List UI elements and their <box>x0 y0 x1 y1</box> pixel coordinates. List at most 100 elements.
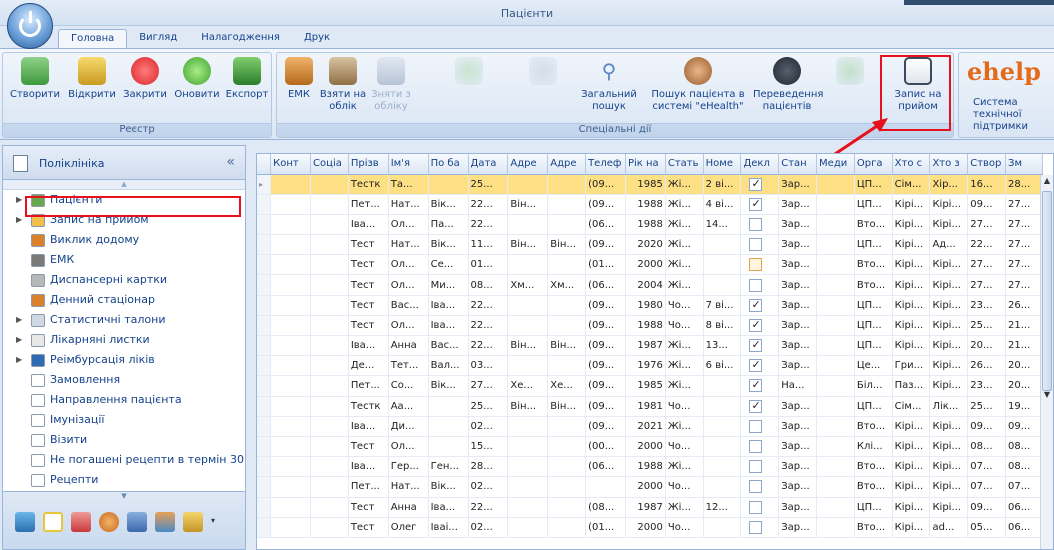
table-cell[interactable]: Чо... <box>665 315 704 337</box>
table-cell[interactable]: Зар... <box>778 517 818 538</box>
table-cell[interactable]: Зар... <box>778 476 818 498</box>
table-cell[interactable]: (00... <box>585 436 626 458</box>
building-icon[interactable] <box>155 512 175 532</box>
nav-item[interactable]: Диспансерні картки <box>3 270 245 290</box>
column-header[interactable]: По ба <box>428 154 469 175</box>
table-cell[interactable] <box>547 476 587 498</box>
declaration-checkbox-cell[interactable] <box>740 254 780 276</box>
table-cell[interactable]: 7 ві... <box>703 295 742 316</box>
table-cell[interactable]: Жі... <box>665 416 704 437</box>
table-cell[interactable] <box>310 476 349 498</box>
refresh-button[interactable]: Оновити <box>171 57 223 101</box>
table-cell[interactable]: 2000 <box>625 436 666 458</box>
table-row[interactable]: Тест Ол... Се... 01... (01... 2000 Жі... Зар...… <box>257 254 1043 276</box>
table-cell[interactable]: Зар... <box>778 174 818 195</box>
table-cell[interactable] <box>703 436 742 458</box>
table-cell[interactable] <box>547 416 587 437</box>
table-cell[interactable]: Пет... <box>348 476 389 498</box>
table-cell[interactable]: Він... <box>547 234 587 256</box>
table-cell[interactable]: Хм... <box>547 274 587 296</box>
table-cell[interactable] <box>547 456 587 478</box>
table-cell[interactable]: 22... <box>468 194 509 215</box>
table-cell[interactable]: 2 ві... <box>703 174 742 195</box>
general-search-button[interactable]: ⚲ Загальний пошук <box>577 57 641 113</box>
table-cell[interactable] <box>816 476 855 498</box>
row-indicator[interactable] <box>257 315 272 337</box>
table-cell[interactable]: 26... <box>1005 295 1043 316</box>
table-cell[interactable]: 27... <box>1005 274 1043 296</box>
table-cell[interactable]: Паз... <box>892 375 931 397</box>
table-cell[interactable] <box>816 416 855 437</box>
table-cell[interactable]: Хе... <box>547 375 587 397</box>
row-indicator[interactable] <box>257 335 272 357</box>
user-icon[interactable] <box>99 512 119 532</box>
column-header[interactable]: Рік на <box>625 154 666 175</box>
table-cell[interactable] <box>270 476 312 498</box>
table-cell[interactable]: 20... <box>1005 355 1043 377</box>
declaration-checkbox[interactable] <box>749 217 763 231</box>
document-icon[interactable] <box>43 512 63 532</box>
column-header[interactable]: Соціа <box>310 154 349 175</box>
table-cell[interactable]: 08... <box>967 436 1007 458</box>
table-row[interactable]: Тест Ол... Іва... 22... (09... 1988 Чо... 8 ві.… <box>257 315 1043 337</box>
table-cell[interactable]: Кірі... <box>892 456 931 478</box>
table-cell[interactable]: Кірі... <box>892 254 931 276</box>
table-cell[interactable]: 15... <box>468 436 509 458</box>
table-cell[interactable]: 22... <box>468 497 509 518</box>
table-cell[interactable]: Сім... <box>892 396 931 417</box>
table-cell[interactable]: (09... <box>585 234 626 256</box>
table-cell[interactable] <box>547 254 587 276</box>
table-cell[interactable]: Кірі... <box>929 315 969 337</box>
table-cell[interactable]: Вал... <box>428 355 469 377</box>
table-cell[interactable] <box>816 295 855 316</box>
table-cell[interactable]: Хір... <box>929 174 969 195</box>
table-cell[interactable]: Вто... <box>854 416 893 437</box>
table-cell[interactable]: Зар... <box>778 254 818 276</box>
table-row[interactable]: Пет... Нат... Вік... 22... Він... (09... 1988 Ж… <box>257 194 1043 215</box>
table-cell[interactable]: 09... <box>1005 416 1043 437</box>
table-cell[interactable]: Він... <box>507 234 549 256</box>
table-cell[interactable]: Вто... <box>854 456 893 478</box>
table-cell[interactable]: Вік... <box>428 194 469 215</box>
table-cell[interactable]: Кірі... <box>929 375 969 397</box>
table-cell[interactable]: 1985 <box>625 174 666 195</box>
table-cell[interactable]: Зар... <box>778 436 818 458</box>
table-cell[interactable] <box>310 174 349 195</box>
table-cell[interactable]: (09... <box>585 396 626 417</box>
table-cell[interactable] <box>270 315 312 337</box>
table-cell[interactable]: 28... <box>1005 174 1043 195</box>
table-row[interactable]: Іва... Анна Вас... 22... Він... Він... (09... 1… <box>257 335 1043 357</box>
declaration-checkbox-cell[interactable] <box>740 355 780 377</box>
column-header[interactable]: Декл <box>740 154 780 175</box>
table-cell[interactable]: 20... <box>967 335 1007 357</box>
table-cell[interactable] <box>816 355 855 377</box>
table-cell[interactable]: 1987 <box>625 335 666 357</box>
table-cell[interactable]: Кірі... <box>929 295 969 316</box>
table-cell[interactable] <box>270 416 312 437</box>
table-cell[interactable]: Зар... <box>778 456 818 478</box>
table-cell[interactable]: ЦП... <box>854 335 893 357</box>
nav-item[interactable]: Направлення пацієнта <box>3 390 245 410</box>
table-cell[interactable] <box>310 295 349 316</box>
table-cell[interactable]: Тест <box>348 436 389 458</box>
table-cell[interactable]: Тест <box>348 315 389 337</box>
table-cell[interactable] <box>547 295 587 316</box>
column-header[interactable]: Зм <box>1005 154 1043 175</box>
table-cell[interactable] <box>816 234 855 256</box>
declaration-checkbox[interactable] <box>749 298 763 312</box>
column-header[interactable]: Дата <box>468 154 509 175</box>
table-cell[interactable] <box>270 254 312 276</box>
table-cell[interactable]: Чо... <box>665 517 704 538</box>
table-cell[interactable]: 27... <box>967 214 1007 236</box>
declaration-checkbox-cell[interactable] <box>740 335 780 357</box>
table-cell[interactable]: Вто... <box>854 274 893 296</box>
register-button[interactable]: Взяти на облік <box>317 57 369 113</box>
table-cell[interactable]: 6 ві... <box>703 355 742 377</box>
table-cell[interactable]: Гри... <box>892 355 931 377</box>
table-cell[interactable]: 22... <box>468 315 509 337</box>
nav-item[interactable]: Візити <box>3 430 245 450</box>
table-cell[interactable]: Вто... <box>854 476 893 498</box>
table-cell[interactable] <box>270 295 312 316</box>
table-cell[interactable]: Він... <box>507 335 549 357</box>
table-cell[interactable]: Кірі... <box>892 214 931 236</box>
